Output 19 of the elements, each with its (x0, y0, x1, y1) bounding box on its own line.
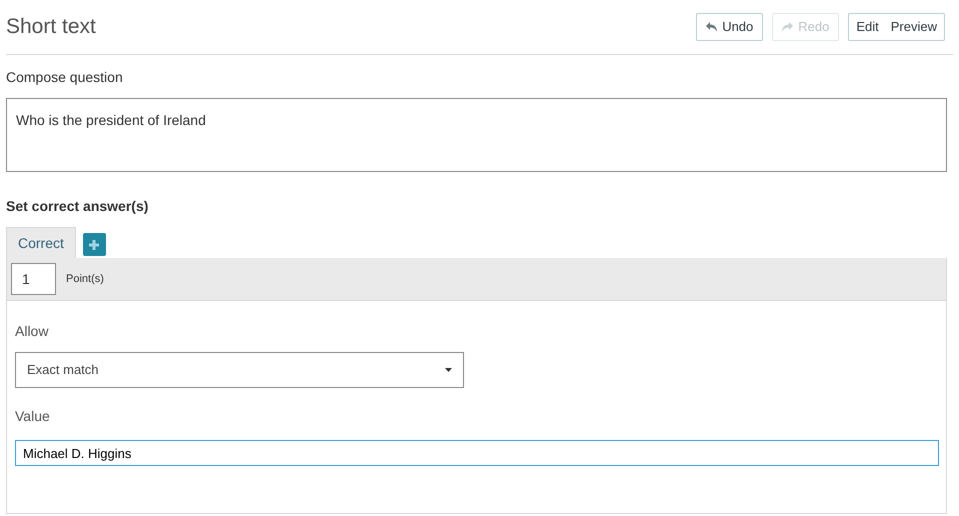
page-title: Short text (6, 14, 96, 40)
add-button[interactable] (82, 233, 106, 256)
mode-button[interactable]: Preview (890, 17, 937, 37)
section-heading: Set correct answer(s) (6, 197, 150, 216)
mode-button[interactable]: Edit (856, 17, 879, 37)
redo-icon (782, 22, 794, 32)
plus-icon (89, 240, 100, 250)
question-field[interactable]: Who is the president of Ireland (6, 98, 947, 172)
points-field[interactable]: 1 (11, 263, 56, 295)
caret-icon (445, 368, 452, 372)
answer-tab[interactable]: Correct (6, 227, 76, 258)
field-label: Compose question (6, 68, 124, 87)
undo-icon (706, 22, 718, 32)
value-field[interactable]: Michael D. Higgins (15, 440, 939, 466)
allow-dropdown[interactable]: Exact match (15, 352, 464, 388)
field-label: Allow (15, 322, 50, 341)
undo-button[interactable]: Undo (696, 13, 764, 41)
field-label: Value (15, 407, 51, 426)
points-label: Point(s) (66, 272, 104, 287)
